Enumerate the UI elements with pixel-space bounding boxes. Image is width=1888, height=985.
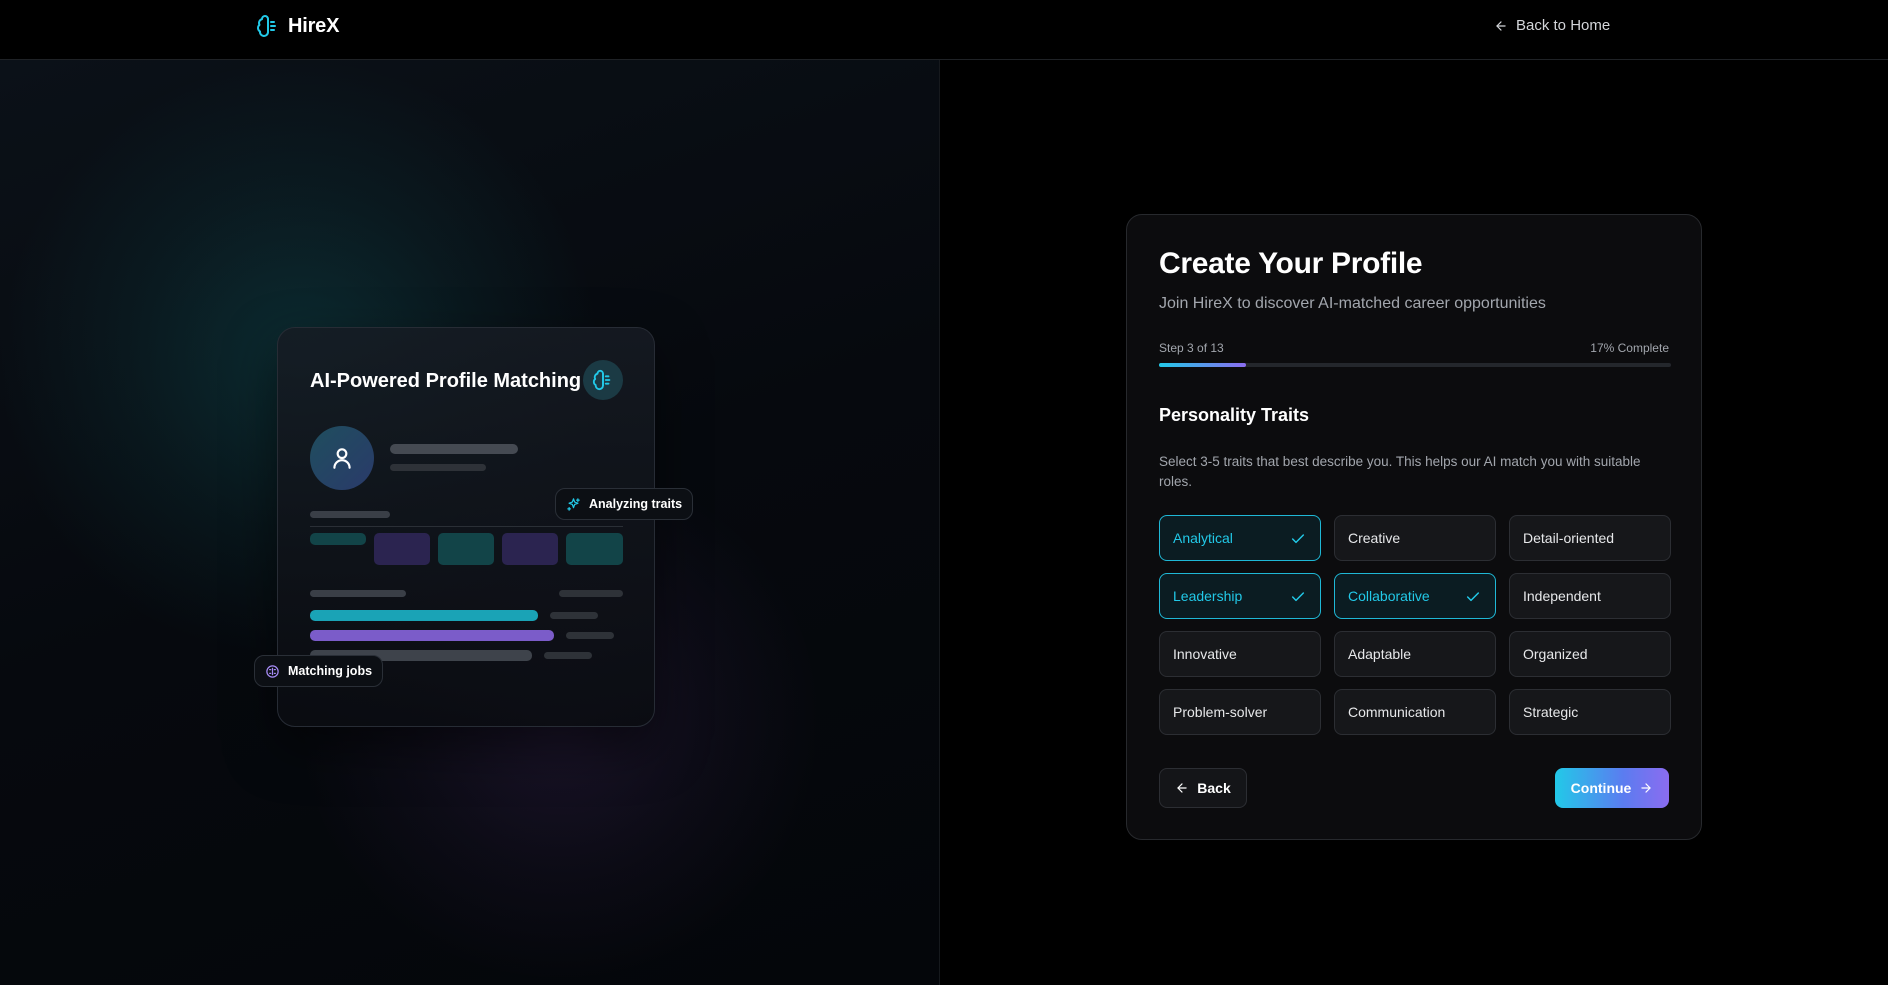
- section-description: Select 3-5 traits that best describe you…: [1159, 454, 1641, 489]
- trait-label: Creative: [1348, 530, 1401, 546]
- trait-label: Detail-oriented: [1523, 530, 1615, 546]
- cpu-icon: [266, 664, 279, 678]
- illustration-panel: AI-Powered Profile Matching Analyzing tr…: [0, 60, 940, 985]
- arrow-left-icon: [1177, 783, 1187, 793]
- arrow-left-icon: [1496, 20, 1506, 31]
- trait-label: Communication: [1348, 704, 1446, 720]
- progress-bar: [1159, 363, 1671, 367]
- trait-label: Collaborative: [1348, 588, 1430, 604]
- skeleton-bar: [559, 590, 623, 597]
- skeleton-block: [566, 533, 623, 565]
- trait-option-analytical[interactable]: Analytical: [1159, 515, 1321, 561]
- card-logo-badge: [583, 360, 623, 400]
- analyzing-traits-pill: Analyzing traits: [555, 488, 694, 520]
- matching-jobs-pill: Matching jobs: [254, 655, 384, 687]
- trait-label: Independent: [1523, 588, 1601, 604]
- skeleton-bar: [550, 612, 598, 619]
- top-header: HireX Back to Home: [0, 0, 1888, 60]
- progress-bar-fill: [1159, 363, 1247, 367]
- trait-label: Problem-solver: [1173, 704, 1268, 720]
- match-bar-purple: [310, 630, 554, 641]
- trait-label: Innovative: [1173, 646, 1237, 662]
- user-icon: [333, 448, 351, 469]
- continue-button[interactable]: Continue: [1555, 768, 1669, 808]
- trait-label: Strategic: [1523, 704, 1579, 720]
- skeleton-block: [502, 533, 558, 565]
- skeleton-bar: [544, 652, 592, 659]
- check-icon: [1291, 592, 1305, 602]
- avatar: [310, 426, 374, 490]
- trait-label: Organized: [1523, 646, 1588, 662]
- trait-option-creative[interactable]: Creative: [1334, 515, 1496, 561]
- skeleton-bar: [566, 632, 614, 639]
- skeleton-bar: [390, 464, 486, 471]
- matching-jobs-label: Matching jobs: [288, 664, 373, 678]
- trait-option-innovative[interactable]: Innovative: [1159, 631, 1321, 677]
- brain-logo-icon: [592, 369, 611, 391]
- back-button[interactable]: Back: [1159, 768, 1247, 808]
- trait-option-problem-solver[interactable]: Problem-solver: [1159, 689, 1321, 735]
- step-indicator: Step 3 of 13: [1159, 341, 1224, 355]
- trait-option-independent[interactable]: Independent: [1509, 573, 1671, 619]
- analyzing-traits-label: Analyzing traits: [589, 497, 683, 511]
- skeleton-block: [438, 533, 494, 565]
- trait-option-communication[interactable]: Communication: [1334, 689, 1496, 735]
- skeleton-block: [374, 533, 430, 565]
- trait-option-strategic[interactable]: Strategic: [1509, 689, 1671, 735]
- create-profile-card: Create Your Profile Join HireX to discov…: [1126, 214, 1702, 840]
- skeleton-bar: [310, 590, 406, 597]
- match-bar-cyan: [310, 610, 538, 621]
- trait-option-organized[interactable]: Organized: [1509, 631, 1671, 677]
- page-subtitle: Join HireX to discover AI-matched career…: [1159, 295, 1546, 312]
- continue-button-label: Continue: [1570, 780, 1632, 796]
- section-title: Personality Traits: [1159, 405, 1310, 425]
- traits-grid: Analytical Creative Detail-oriented Lead…: [1159, 515, 1671, 735]
- back-to-home-link[interactable]: Back to Home: [1494, 17, 1610, 34]
- skeleton-bar: [310, 511, 390, 518]
- arrow-right-icon: [1641, 783, 1651, 793]
- brand-name: HireX: [288, 14, 340, 37]
- divider-line: [310, 526, 623, 527]
- sparkles-icon: [567, 497, 580, 511]
- page-title: Create Your Profile: [1159, 247, 1423, 280]
- trait-label: Adaptable: [1348, 646, 1412, 662]
- skeleton-bar: [390, 444, 518, 454]
- skeleton-block: [310, 533, 366, 545]
- trait-label: Leadership: [1173, 588, 1243, 604]
- brand-logo[interactable]: HireX: [256, 14, 339, 38]
- trait-option-leadership[interactable]: Leadership: [1159, 573, 1321, 619]
- check-icon: [1291, 534, 1305, 544]
- profile-matching-title: AI-Powered Profile Matching: [310, 370, 582, 392]
- back-to-home-label: Back to Home: [1516, 17, 1611, 34]
- trait-option-adaptable[interactable]: Adaptable: [1334, 631, 1496, 677]
- trait-option-collaborative[interactable]: Collaborative: [1334, 573, 1496, 619]
- progress-percent: 17% Complete: [1590, 341, 1669, 355]
- back-button-label: Back: [1197, 780, 1231, 796]
- trait-option-detail-oriented[interactable]: Detail-oriented: [1509, 515, 1671, 561]
- trait-label: Analytical: [1173, 530, 1233, 546]
- check-icon: [1466, 592, 1480, 602]
- brain-logo-icon: [257, 15, 276, 37]
